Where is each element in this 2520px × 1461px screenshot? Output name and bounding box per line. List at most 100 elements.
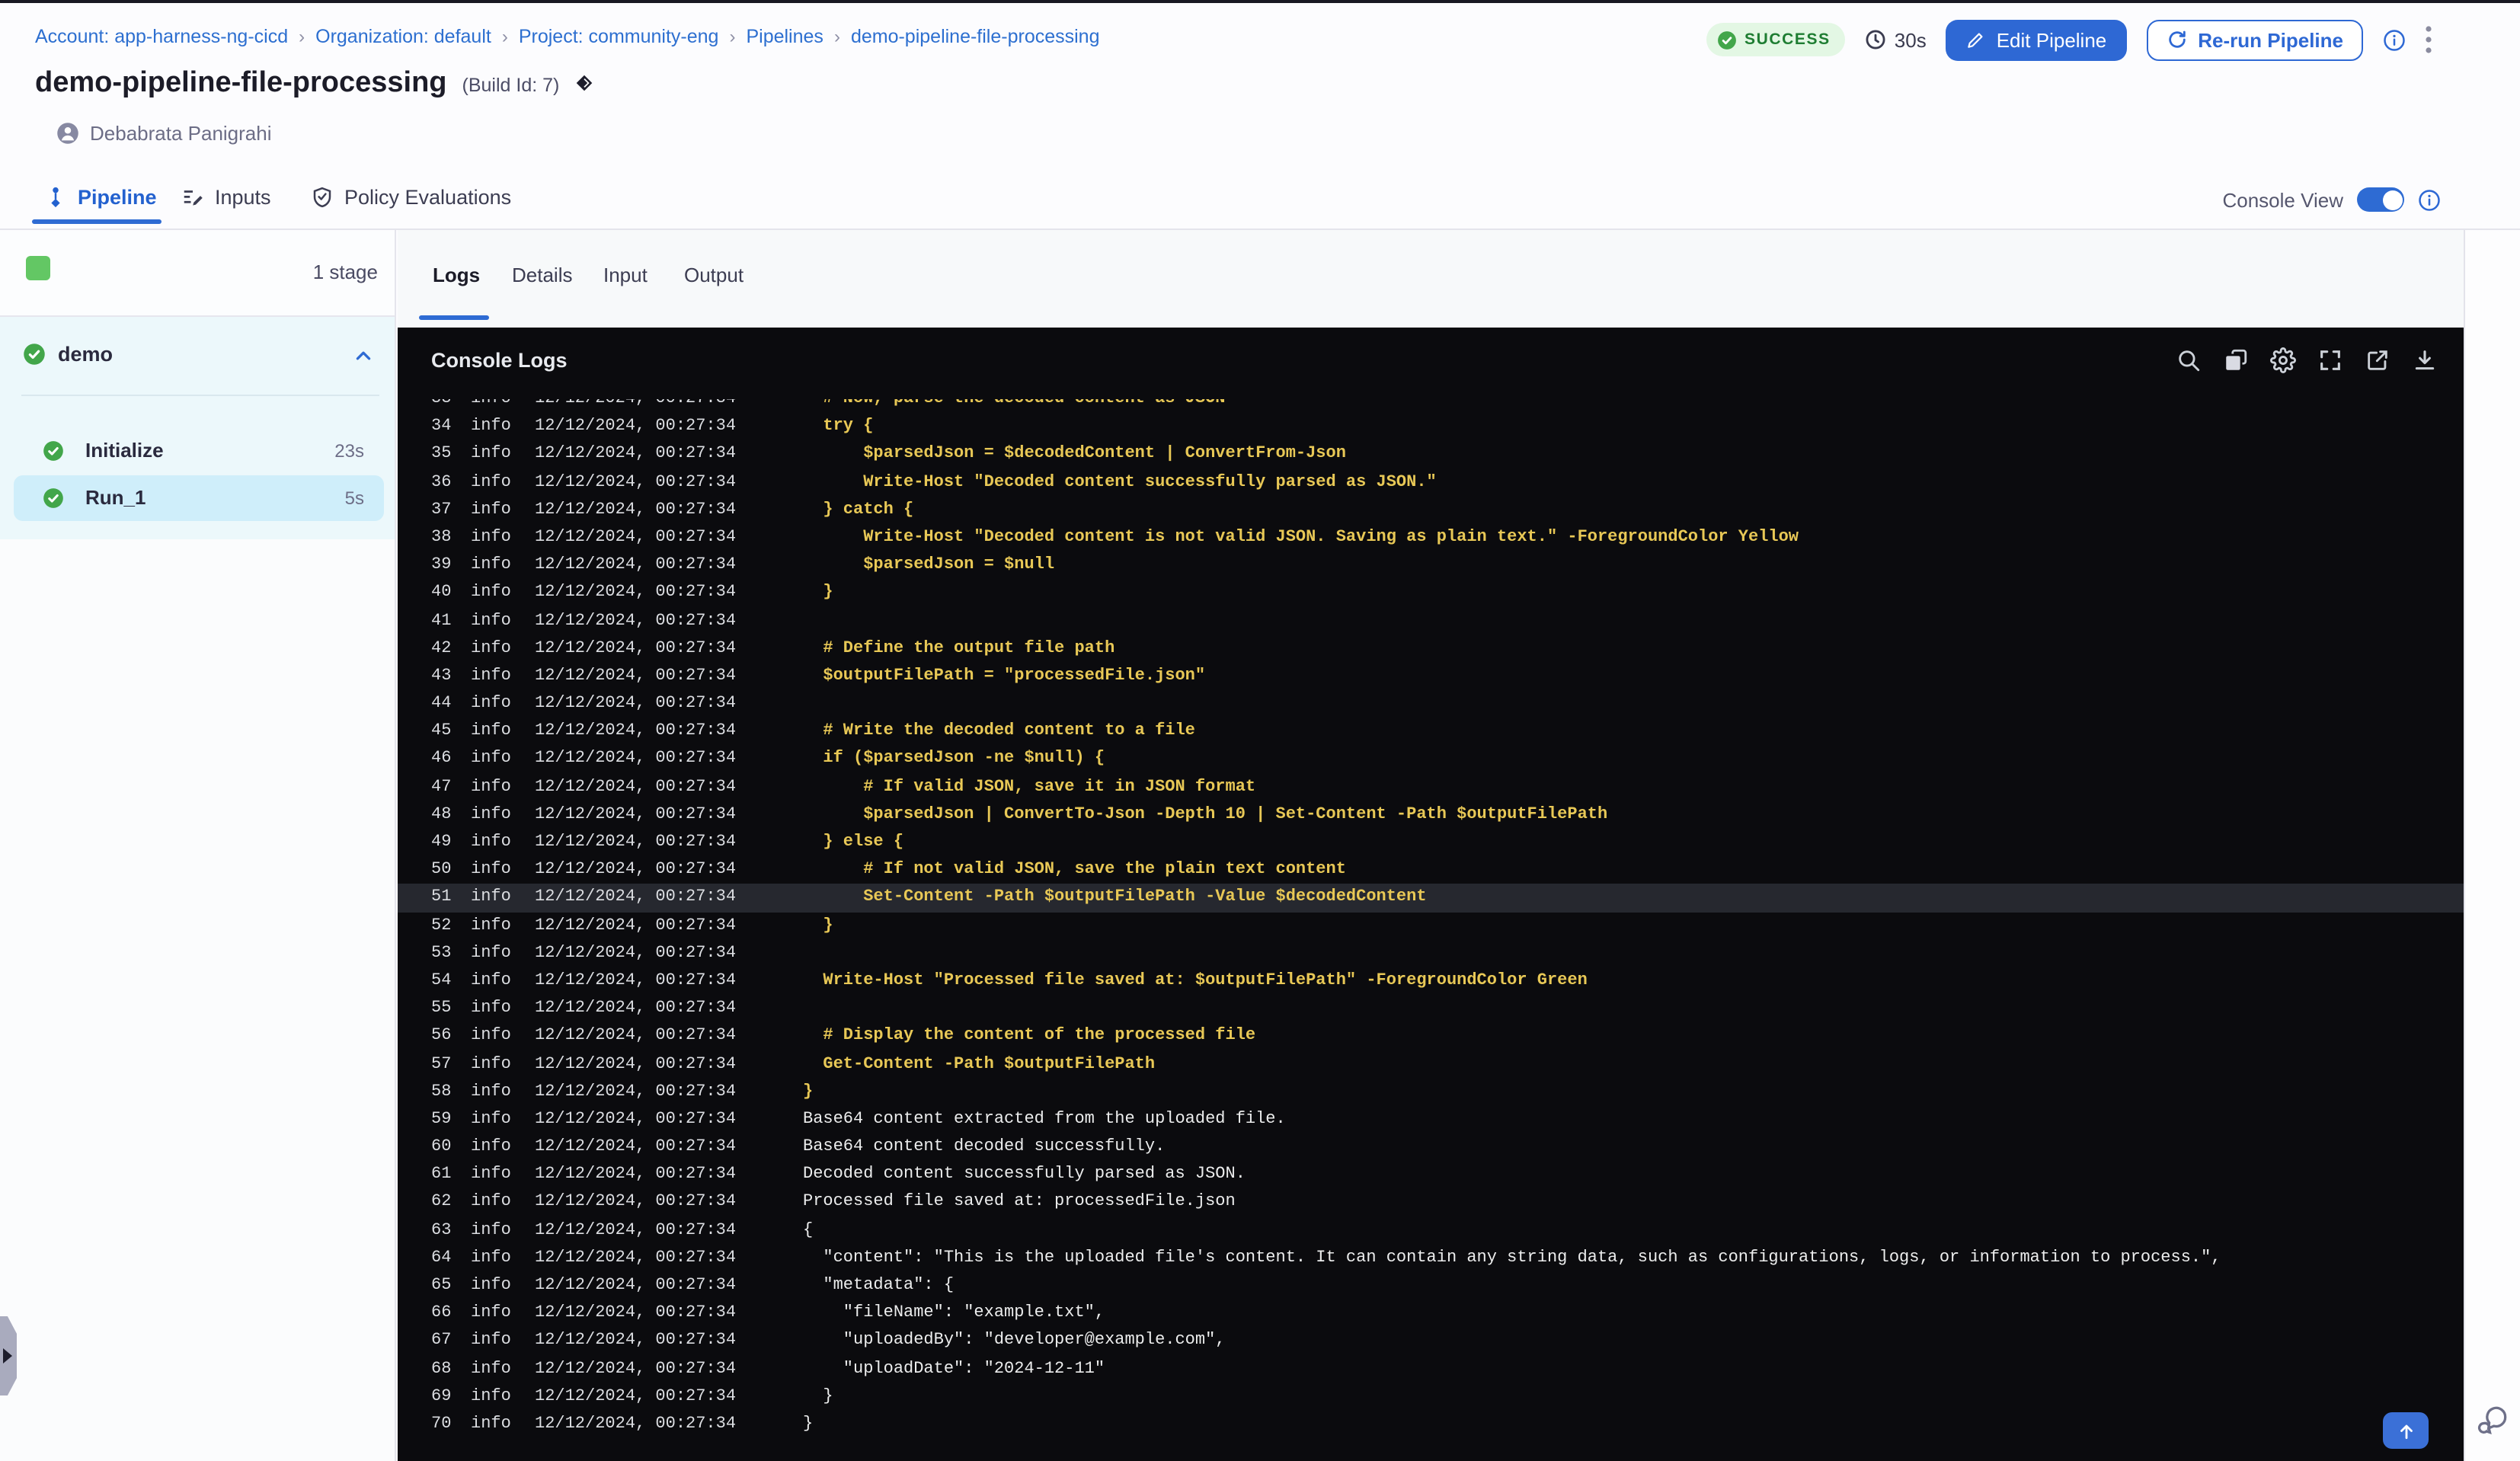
breadcrumb-current-pipeline[interactable]: demo-pipeline-file-processing (851, 26, 1100, 47)
log-row[interactable]: 55 info 12/12/2024, 00:27:34 (398, 995, 2464, 1022)
log-row[interactable]: 39 info 12/12/2024, 00:27:34 $parsedJson =… (398, 551, 2464, 579)
log-row[interactable]: 51 info 12/12/2024, 00:27:34 Set-Content -… (398, 884, 2464, 913)
search-icon[interactable] (2176, 347, 2202, 373)
log-row[interactable]: 61 info 12/12/2024, 00:27:34 Decoded conten… (398, 1162, 2464, 1189)
log-level: info (471, 805, 511, 824)
log-row[interactable]: 35 info 12/12/2024, 00:27:34 $parsedJson =… (398, 441, 2464, 468)
log-row[interactable]: 34 info 12/12/2024, 00:27:34 try { (398, 413, 2464, 440)
log-line-number: 34 (431, 417, 452, 436)
step-detail-tabs: Logs Details Input Output (398, 230, 2464, 328)
log-row[interactable]: 41 info 12/12/2024, 00:27:34 (398, 607, 2464, 635)
log-row[interactable]: 36 info 12/12/2024, 00:27:34 Write-Host "D… (398, 468, 2464, 496)
log-line-number: 50 (431, 861, 452, 880)
step-run-1[interactable]: Run_1 5s (14, 475, 384, 521)
breadcrumb-account[interactable]: Account: app-harness-ng-cicd (35, 26, 288, 47)
console-view-info-icon[interactable] (2418, 188, 2441, 211)
log-row[interactable]: 59 info 12/12/2024, 00:27:34 Base64 content… (398, 1106, 2464, 1133)
log-row[interactable]: 58 info 12/12/2024, 00:27:34} (398, 1078, 2464, 1105)
tab-details[interactable]: Details (512, 264, 573, 286)
rerun-pipeline-button[interactable]: Re-run Pipeline (2146, 19, 2363, 60)
log-row[interactable]: 56 info 12/12/2024, 00:27:34 # Display the… (398, 1023, 2464, 1050)
log-row[interactable]: 54 info 12/12/2024, 00:27:34 Write-Host "P… (398, 967, 2464, 995)
log-row[interactable]: 46 info 12/12/2024, 00:27:34 if ($parsedJs… (398, 746, 2464, 773)
stage-group-demo[interactable]: demo (0, 334, 395, 376)
breadcrumb-separator: › (833, 26, 840, 47)
log-row[interactable]: 47 info 12/12/2024, 00:27:34 # If valid JS… (398, 773, 2464, 801)
log-row[interactable]: 65 info 12/12/2024, 00:27:34 "metadata": { (398, 1272, 2464, 1300)
settings-gear-icon[interactable] (2270, 347, 2296, 373)
log-line-number: 42 (431, 639, 452, 658)
page-title: demo-pipeline-file-processing (35, 67, 447, 99)
log-level: info (471, 399, 511, 408)
log-row[interactable]: 45 info 12/12/2024, 00:27:34 # Write the d… (398, 718, 2464, 746)
log-timestamp: 12/12/2024, 00:27:34 (535, 1387, 737, 1406)
log-timestamp: 12/12/2024, 00:27:34 (535, 1193, 737, 1212)
step-initialize[interactable]: Initialize 23s (14, 428, 384, 474)
log-message (803, 995, 2464, 1022)
log-line-number: 59 (431, 1110, 452, 1129)
step-duration: 23s (334, 440, 364, 462)
pipeline-diamond-icon[interactable] (574, 73, 594, 93)
log-row[interactable]: 49 info 12/12/2024, 00:27:34 } else { (398, 829, 2464, 856)
log-row[interactable]: 53 info 12/12/2024, 00:27:34 (398, 940, 2464, 967)
log-row[interactable]: 42 info 12/12/2024, 00:27:34 # Define the … (398, 635, 2464, 662)
log-row[interactable]: 57 info 12/12/2024, 00:27:34 Get-Content -… (398, 1050, 2464, 1078)
console-view-toggle[interactable] (2357, 187, 2404, 212)
log-level: info (471, 999, 511, 1018)
log-row[interactable]: 63 info 12/12/2024, 00:27:34 { (398, 1216, 2464, 1244)
fullscreen-icon[interactable] (2317, 347, 2343, 373)
stage-group-name: demo (58, 343, 114, 366)
log-row[interactable]: 68 info 12/12/2024, 00:27:34 "uploadDate":… (398, 1355, 2464, 1383)
log-timestamp: 12/12/2024, 00:27:34 (535, 999, 737, 1018)
active-tab-underline (32, 219, 161, 224)
log-row[interactable]: 38 info 12/12/2024, 00:27:34 Write-Host "D… (398, 524, 2464, 551)
log-row[interactable]: 33 info 12/12/2024, 00:27:34 # Now, parse … (398, 399, 2464, 413)
tab-output[interactable]: Output (684, 264, 744, 286)
log-timestamp: 12/12/2024, 00:27:34 (535, 1360, 737, 1379)
open-in-new-icon[interactable] (2365, 347, 2390, 373)
log-line-number: 58 (431, 1082, 452, 1101)
log-row[interactable]: 40 info 12/12/2024, 00:27:34 } (398, 580, 2464, 607)
toggle-knob (2382, 190, 2402, 209)
log-row[interactable]: 44 info 12/12/2024, 00:27:34 (398, 690, 2464, 718)
log-row[interactable]: 50 info 12/12/2024, 00:27:34 # If not vali… (398, 856, 2464, 884)
log-row[interactable]: 62 info 12/12/2024, 00:27:34 Processed file… (398, 1189, 2464, 1216)
tab-inputs[interactable]: Inputs (181, 186, 271, 209)
tab-pipeline[interactable]: Pipeline (44, 186, 157, 209)
log-level: info (471, 1332, 511, 1351)
tab-input[interactable]: Input (603, 264, 648, 286)
log-row[interactable]: 52 info 12/12/2024, 00:27:34 } (398, 912, 2464, 939)
support-chat-icon[interactable] (2477, 1403, 2511, 1437)
log-level: info (471, 583, 511, 603)
log-level: info (471, 1248, 511, 1268)
chevron-up-icon[interactable] (353, 346, 373, 366)
stage-status-square[interactable] (26, 256, 50, 280)
breadcrumb-organization[interactable]: Organization: default (315, 26, 491, 47)
log-row[interactable]: 70 info 12/12/2024, 00:27:34} (398, 1411, 2464, 1438)
log-row[interactable]: 60 info 12/12/2024, 00:27:34 Base64 content… (398, 1133, 2464, 1161)
breadcrumb-project[interactable]: Project: community-eng (519, 26, 719, 47)
log-row[interactable]: 66 info 12/12/2024, 00:27:34 "fileName": "… (398, 1300, 2464, 1327)
tab-policy-evaluations[interactable]: Policy Evaluations (311, 186, 511, 209)
log-line-number: 36 (431, 473, 452, 492)
download-icon[interactable] (2412, 347, 2438, 373)
log-timestamp: 12/12/2024, 00:27:34 (535, 556, 737, 575)
log-row[interactable]: 43 info 12/12/2024, 00:27:34 $outputFilePa… (398, 663, 2464, 690)
breadcrumb-pipelines[interactable]: Pipelines (746, 26, 823, 47)
tab-logs[interactable]: Logs (433, 264, 480, 286)
log-row[interactable]: 69 info 12/12/2024, 00:27:34 } (398, 1383, 2464, 1411)
log-timestamp: 12/12/2024, 00:27:34 (535, 1332, 737, 1351)
copy-icon[interactable] (2223, 347, 2249, 373)
log-line-number: 48 (431, 805, 452, 824)
info-icon[interactable] (2383, 28, 2406, 51)
log-message: } (803, 1387, 833, 1406)
edit-pipeline-button[interactable]: Edit Pipeline (1946, 19, 2127, 60)
log-level: info (471, 778, 511, 797)
log-row[interactable]: 48 info 12/12/2024, 00:27:34 $parsedJson |… (398, 801, 2464, 829)
log-scroll-area[interactable]: 33 info 12/12/2024, 00:27:34 # Now, parse … (398, 399, 2464, 1461)
log-row[interactable]: 64 info 12/12/2024, 00:27:34 "content": "T… (398, 1245, 2464, 1272)
log-row[interactable]: 67 info 12/12/2024, 00:27:34 "uploadedBy":… (398, 1328, 2464, 1355)
kebab-menu-icon[interactable] (2426, 26, 2432, 53)
log-row[interactable]: 37 info 12/12/2024, 00:27:34 } catch { (398, 497, 2464, 524)
scroll-to-top-button[interactable] (2383, 1412, 2429, 1449)
